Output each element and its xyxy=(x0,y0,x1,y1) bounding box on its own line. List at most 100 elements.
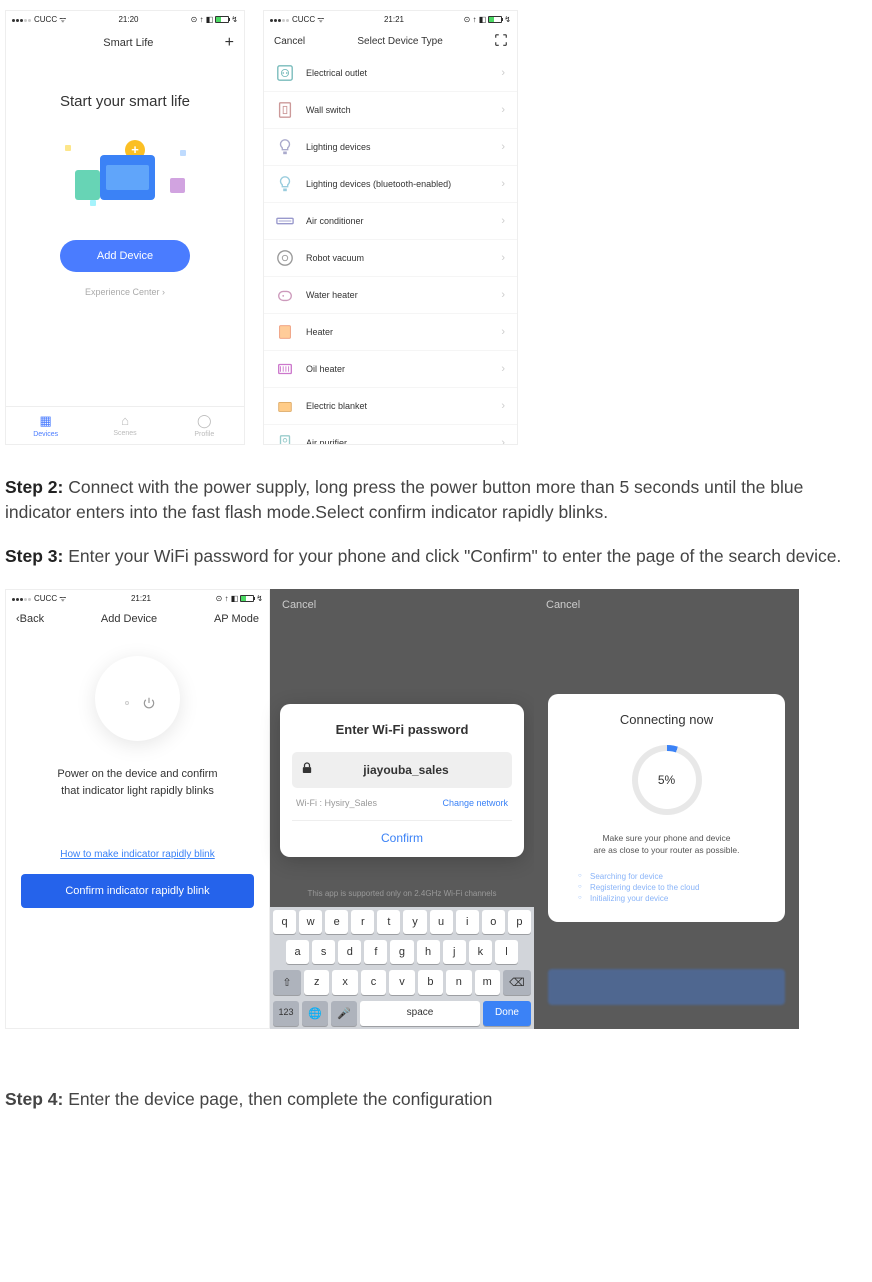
chevron-right-icon: › xyxy=(501,104,505,116)
key-t[interactable]: t xyxy=(377,910,400,934)
key-c[interactable]: c xyxy=(361,970,386,995)
chevron-right-icon: › xyxy=(501,67,505,79)
device-type-row[interactable]: Wall switch› xyxy=(264,92,517,129)
device-type-row[interactable]: Water heater› xyxy=(264,277,517,314)
back-button[interactable]: ‹Back xyxy=(16,613,44,625)
screenshot-add-device: CUCC ᯤ 21:21 ⊙ ↑ ◧↯ ‹Back Add Device AP … xyxy=(5,589,270,1029)
scan-icon[interactable] xyxy=(495,34,507,49)
device-type-row[interactable]: Air conditioner› xyxy=(264,203,517,240)
tab-profile[interactable]: ◯Profile xyxy=(165,413,244,438)
device-label: Robot vacuum xyxy=(306,253,501,263)
key-r[interactable]: r xyxy=(351,910,374,934)
device-label: Heater xyxy=(306,327,501,337)
chevron-right-icon: › xyxy=(501,400,505,412)
key-g[interactable]: g xyxy=(390,940,413,964)
status-time: 21:21 xyxy=(384,15,404,24)
key-v[interactable]: v xyxy=(389,970,414,995)
device-icon xyxy=(276,64,294,82)
chevron-right-icon: › xyxy=(501,215,505,227)
plus-icon[interactable]: + xyxy=(225,34,234,52)
battery-icon xyxy=(240,595,254,602)
key-q[interactable]: q xyxy=(273,910,296,934)
key-b[interactable]: b xyxy=(418,970,443,995)
battery-icon xyxy=(215,16,229,23)
illustration: + xyxy=(55,130,195,220)
key-u[interactable]: u xyxy=(430,910,453,934)
nav-title: Add Device xyxy=(101,613,157,625)
password-field[interactable]: jiayouba_sales xyxy=(292,752,512,788)
instruction-text: Power on the device and confirmthat indi… xyxy=(57,766,217,799)
cancel-button[interactable]: Cancel xyxy=(534,589,799,621)
tab-scenes[interactable]: ⌂Scenes xyxy=(85,413,164,438)
device-type-row[interactable]: Lighting devices› xyxy=(264,129,517,166)
key-j[interactable]: j xyxy=(443,940,466,964)
status-item: Registering device to the cloud xyxy=(590,882,771,893)
tab-devices[interactable]: ▦Devices xyxy=(6,413,85,438)
wifi-icon: ᯤ xyxy=(59,593,66,604)
key-o[interactable]: o xyxy=(482,910,505,934)
key-space[interactable]: space xyxy=(360,1001,480,1026)
device-label: Electrical outlet xyxy=(306,68,501,78)
step-4-text: Step 4: Enter the device page, then comp… xyxy=(5,1089,867,1110)
nav-bar: Smart Life + xyxy=(6,28,244,58)
wifi-name: Wi-Fi : Hysiry_Sales xyxy=(296,798,377,808)
device-icon xyxy=(276,175,294,193)
key-s[interactable]: s xyxy=(312,940,335,964)
key-e[interactable]: e xyxy=(325,910,348,934)
device-type-row[interactable]: Electric blanket› xyxy=(264,388,517,425)
cancel-button[interactable]: Cancel xyxy=(270,589,534,621)
device-type-row[interactable]: Robot vacuum› xyxy=(264,240,517,277)
cancel-button[interactable]: Cancel xyxy=(274,36,305,47)
key-shift[interactable]: ⇧ xyxy=(273,970,301,995)
device-label: Lighting devices (bluetooth-enabled) xyxy=(306,179,501,189)
key-backspace[interactable]: ⌫ xyxy=(503,970,531,995)
chevron-right-icon: › xyxy=(501,178,505,190)
add-device-button[interactable]: Add Device xyxy=(60,240,190,272)
chevron-right-icon: › xyxy=(501,363,505,375)
key-k[interactable]: k xyxy=(469,940,492,964)
help-link[interactable]: How to make indicator rapidly blink xyxy=(60,849,215,860)
device-type-row[interactable]: Air purifier› xyxy=(264,425,517,444)
device-icon xyxy=(276,212,294,230)
key-globe[interactable]: 🌐 xyxy=(302,1001,328,1026)
nav-bar: ‹Back Add Device AP Mode xyxy=(6,607,269,631)
connecting-note: Make sure your phone and deviceare as cl… xyxy=(562,833,771,857)
confirm-button[interactable]: Confirm xyxy=(292,821,512,845)
password-value: jiayouba_sales xyxy=(330,763,502,777)
tab-bar: ▦Devices ⌂Scenes ◯Profile xyxy=(6,406,244,444)
profile-icon: ◯ xyxy=(165,413,244,429)
key-mic[interactable]: 🎤 xyxy=(331,1001,357,1026)
wifi-password-modal: Enter Wi-Fi password jiayouba_sales Wi-F… xyxy=(280,704,524,857)
key-f[interactable]: f xyxy=(364,940,387,964)
device-type-row[interactable]: Lighting devices (bluetooth-enabled)› xyxy=(264,166,517,203)
change-network-link[interactable]: Change network xyxy=(442,798,508,808)
key-h[interactable]: h xyxy=(417,940,440,964)
ap-mode-button[interactable]: AP Mode xyxy=(214,613,259,625)
key-d[interactable]: d xyxy=(338,940,361,964)
device-type-row[interactable]: Heater› xyxy=(264,314,517,351)
device-type-row[interactable]: Electrical outlet› xyxy=(264,55,517,92)
chevron-right-icon: › xyxy=(501,252,505,264)
confirm-indicator-button[interactable]: Confirm indicator rapidly blink xyxy=(21,874,254,908)
key-done[interactable]: Done xyxy=(483,1001,531,1026)
key-123[interactable]: 123 xyxy=(273,1001,299,1026)
device-icon xyxy=(276,323,294,341)
battery-icon xyxy=(488,16,502,23)
key-i[interactable]: i xyxy=(456,910,479,934)
key-y[interactable]: y xyxy=(403,910,426,934)
device-label: Air conditioner xyxy=(306,216,501,226)
device-label: Air purifier xyxy=(306,438,501,444)
key-z[interactable]: z xyxy=(304,970,329,995)
screenshot-wifi-password: Cancel Enter Wi-Fi password jiayouba_sal… xyxy=(270,589,534,1029)
key-l[interactable]: l xyxy=(495,940,518,964)
key-p[interactable]: p xyxy=(508,910,531,934)
key-a[interactable]: a xyxy=(286,940,309,964)
key-w[interactable]: w xyxy=(299,910,322,934)
key-x[interactable]: x xyxy=(332,970,357,995)
key-m[interactable]: m xyxy=(475,970,500,995)
nav-bar: Cancel Select Device Type xyxy=(264,28,517,55)
key-n[interactable]: n xyxy=(446,970,471,995)
device-type-row[interactable]: Oil heater› xyxy=(264,351,517,388)
experience-center-link[interactable]: Experience Center › xyxy=(85,287,165,297)
wifi-icon: ᯤ xyxy=(317,14,324,25)
